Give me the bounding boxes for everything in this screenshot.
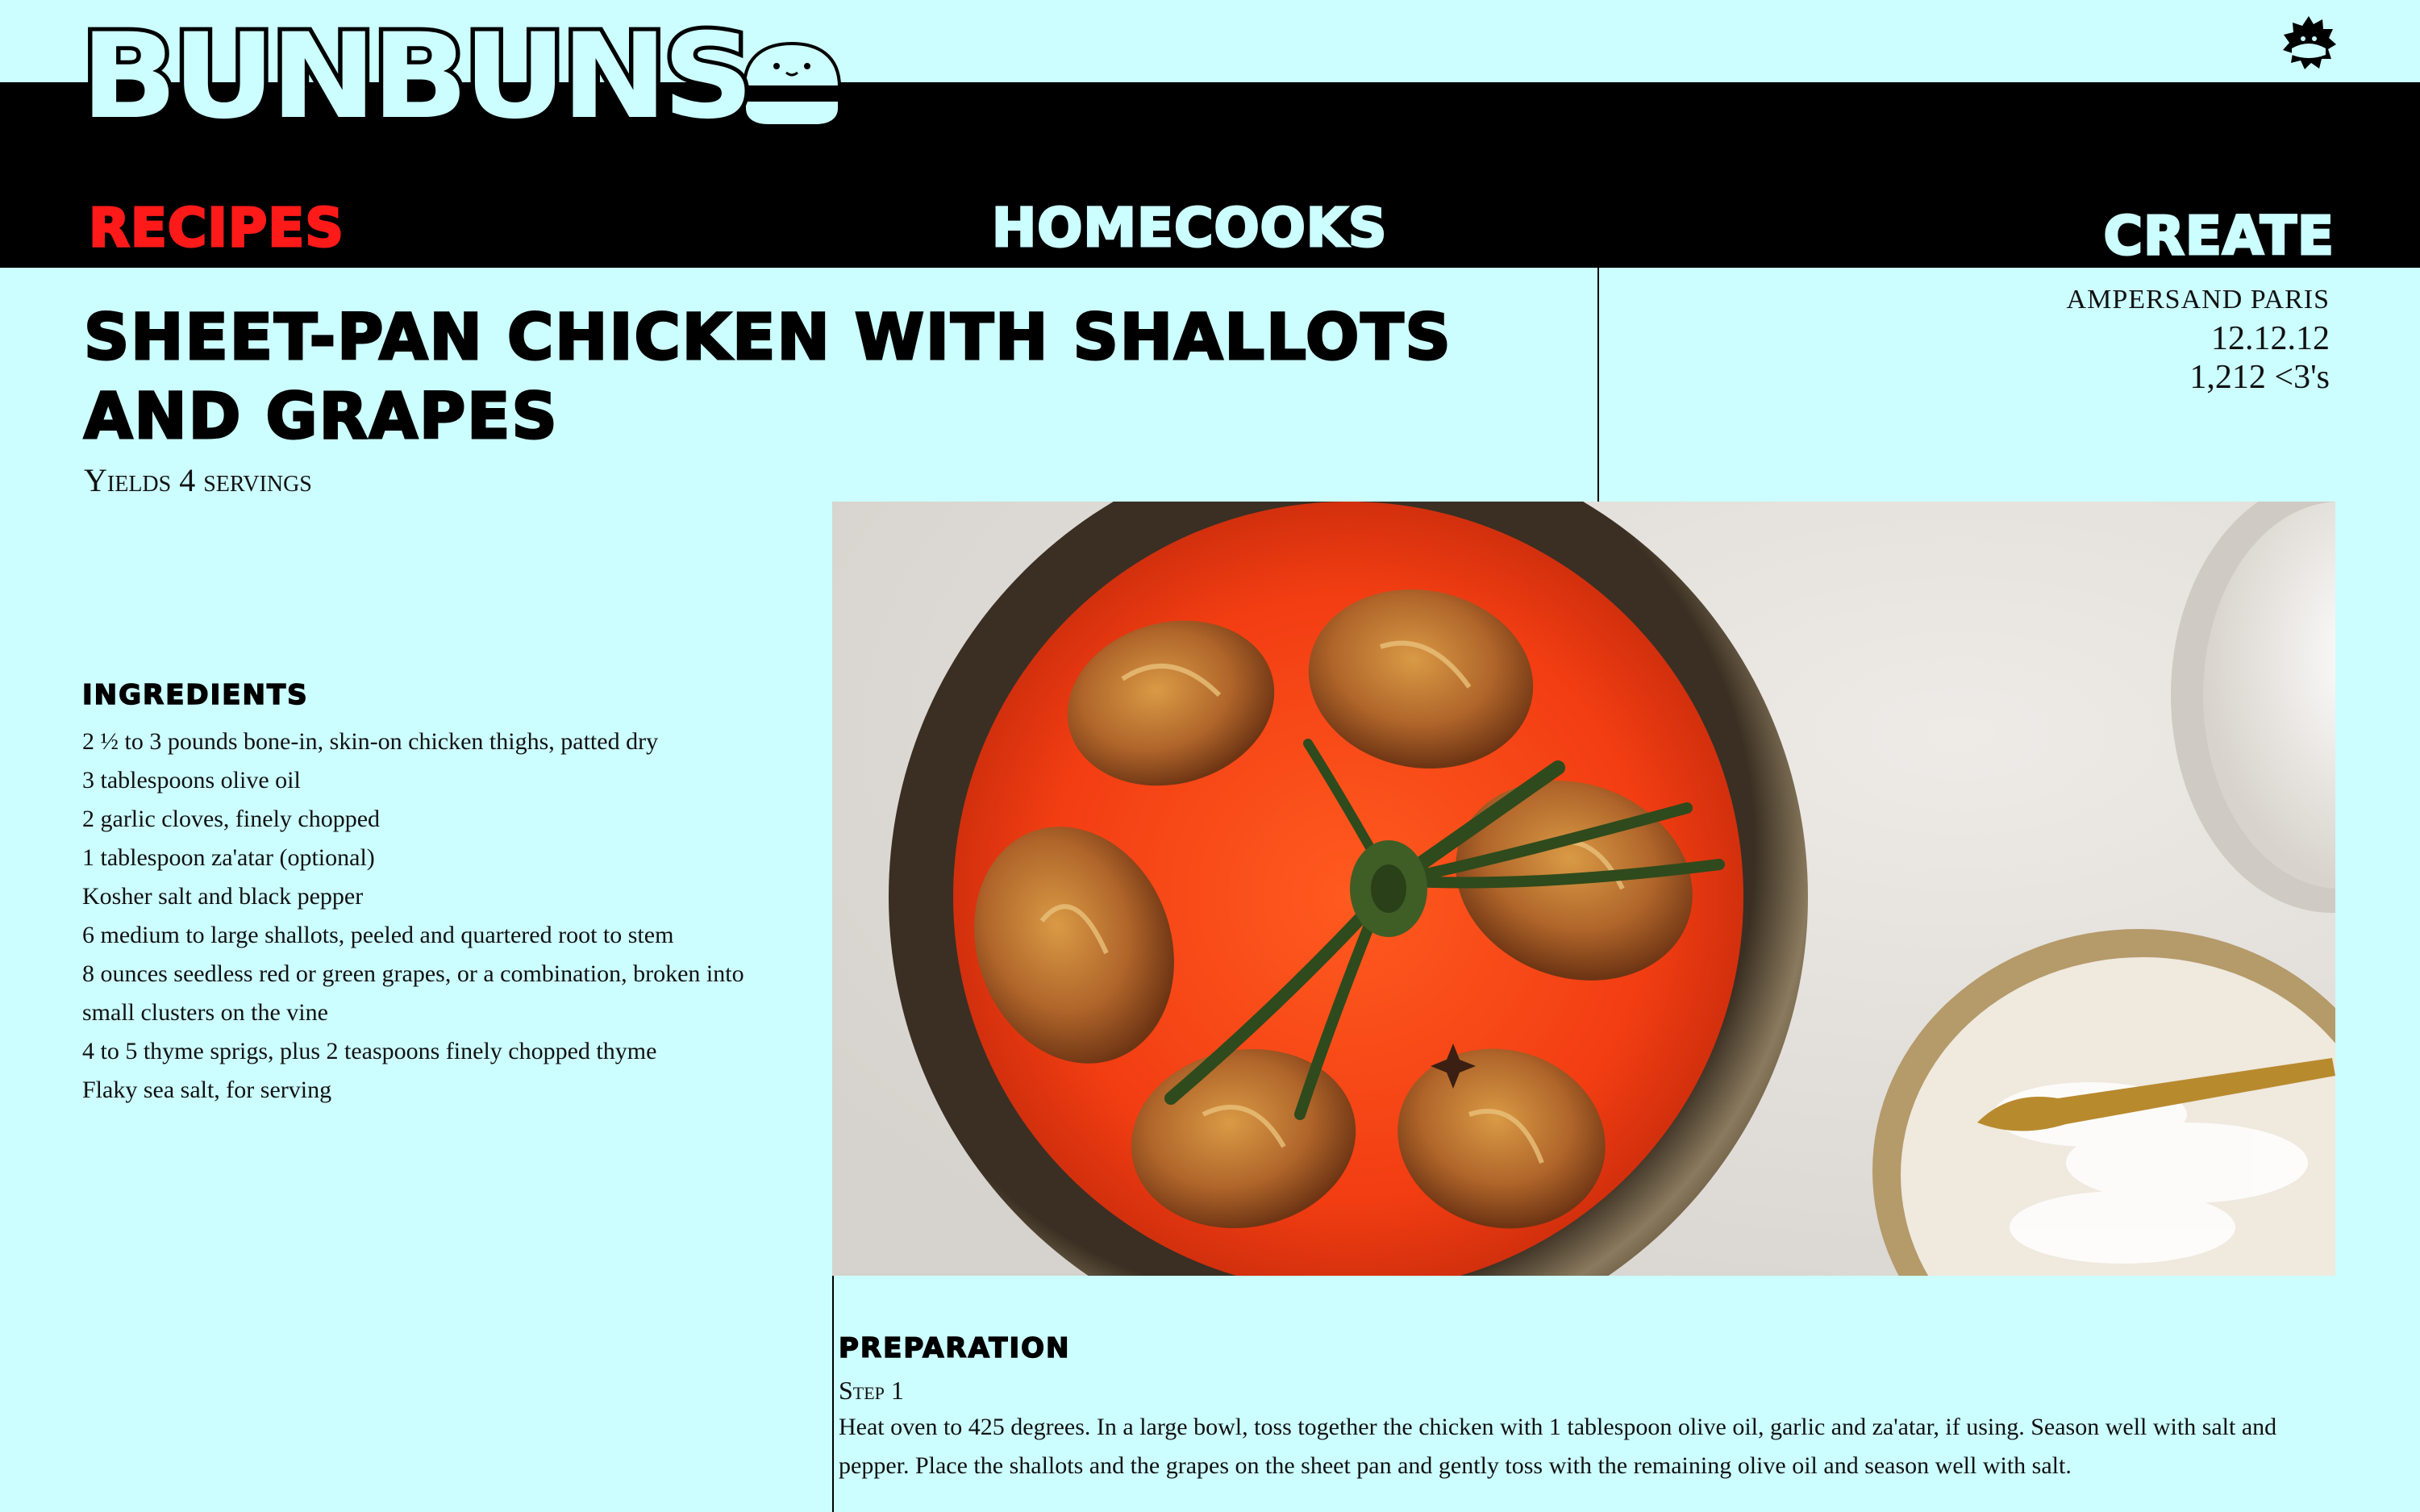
ingredients-list: 2 ½ to 3 pounds bone-in, skin-on chicken… — [82, 723, 792, 1110]
ingredient-item: 6 medium to large shallots, peeled and q… — [82, 922, 674, 948]
ingredient-item: 1 tablespoon za'atar (optional) — [82, 844, 375, 871]
ingredient-item: Kosher salt and black pepper — [82, 883, 364, 910]
recipe-title: SHEET-PAN CHICKEN WITH SHALLOTS AND GRAP… — [83, 301, 1452, 455]
recipe-yields: Yields 4 servings — [84, 462, 312, 498]
step-text: Heat oven to 425 degrees. In a large bow… — [839, 1414, 2277, 1479]
recipe-photo — [832, 502, 2335, 1276]
recipe-page: BUNBUNS RECIPES HOMECOOKS CREATE SHEET-P… — [0, 0, 2420, 1512]
burst-badge-icon[interactable] — [2280, 15, 2337, 71]
ingredients-heading: INGREDIENTS — [81, 678, 309, 712]
ingredient-item: 2 garlic cloves, finely chopped — [82, 806, 381, 832]
nav-homecooks[interactable]: HOMECOOKS — [990, 200, 1387, 256]
divider-vertical-bottom — [832, 1276, 834, 1512]
preparation-section: PREPARATION Step 1 Heat oven to 425 degr… — [838, 1331, 2339, 1485]
ingredient-item: 2 ½ to 3 pounds bone-in, skin-on chicken… — [82, 728, 659, 755]
step-label: Step 1 — [839, 1376, 904, 1405]
nav-create[interactable]: CREATE — [2102, 208, 2335, 264]
recipe-likes: 1,212 <3's — [2189, 359, 2330, 396]
brand-logo[interactable]: BUNBUNS — [77, 8, 843, 145]
nav-recipes[interactable]: RECIPES — [88, 200, 345, 256]
ingredient-item: 8 ounces seedless red or green grapes, o… — [82, 960, 744, 1026]
ingredients-section: INGREDIENTS 2 ½ to 3 pounds bone-in, ski… — [81, 678, 792, 1110]
recipe-meta: AMPERSAND PARIS 12.12.12 1,212 <3's — [2067, 281, 2330, 397]
ingredient-item: Flaky sea salt, for serving — [82, 1077, 332, 1103]
logo-wordmark: BUNBUNS — [77, 8, 759, 145]
ingredient-item: 3 tablespoons olive oil — [82, 767, 301, 793]
divider-vertical-top — [1597, 268, 1599, 502]
ingredient-item: 4 to 5 thyme sprigs, plus 2 teaspoons fi… — [82, 1038, 657, 1064]
recipe-date: 12.12.12 — [2211, 320, 2330, 357]
preparation-heading: PREPARATION — [838, 1331, 1071, 1365]
recipe-author[interactable]: AMPERSAND PARIS — [2067, 281, 2330, 319]
burger-bun-icon — [743, 41, 842, 127]
